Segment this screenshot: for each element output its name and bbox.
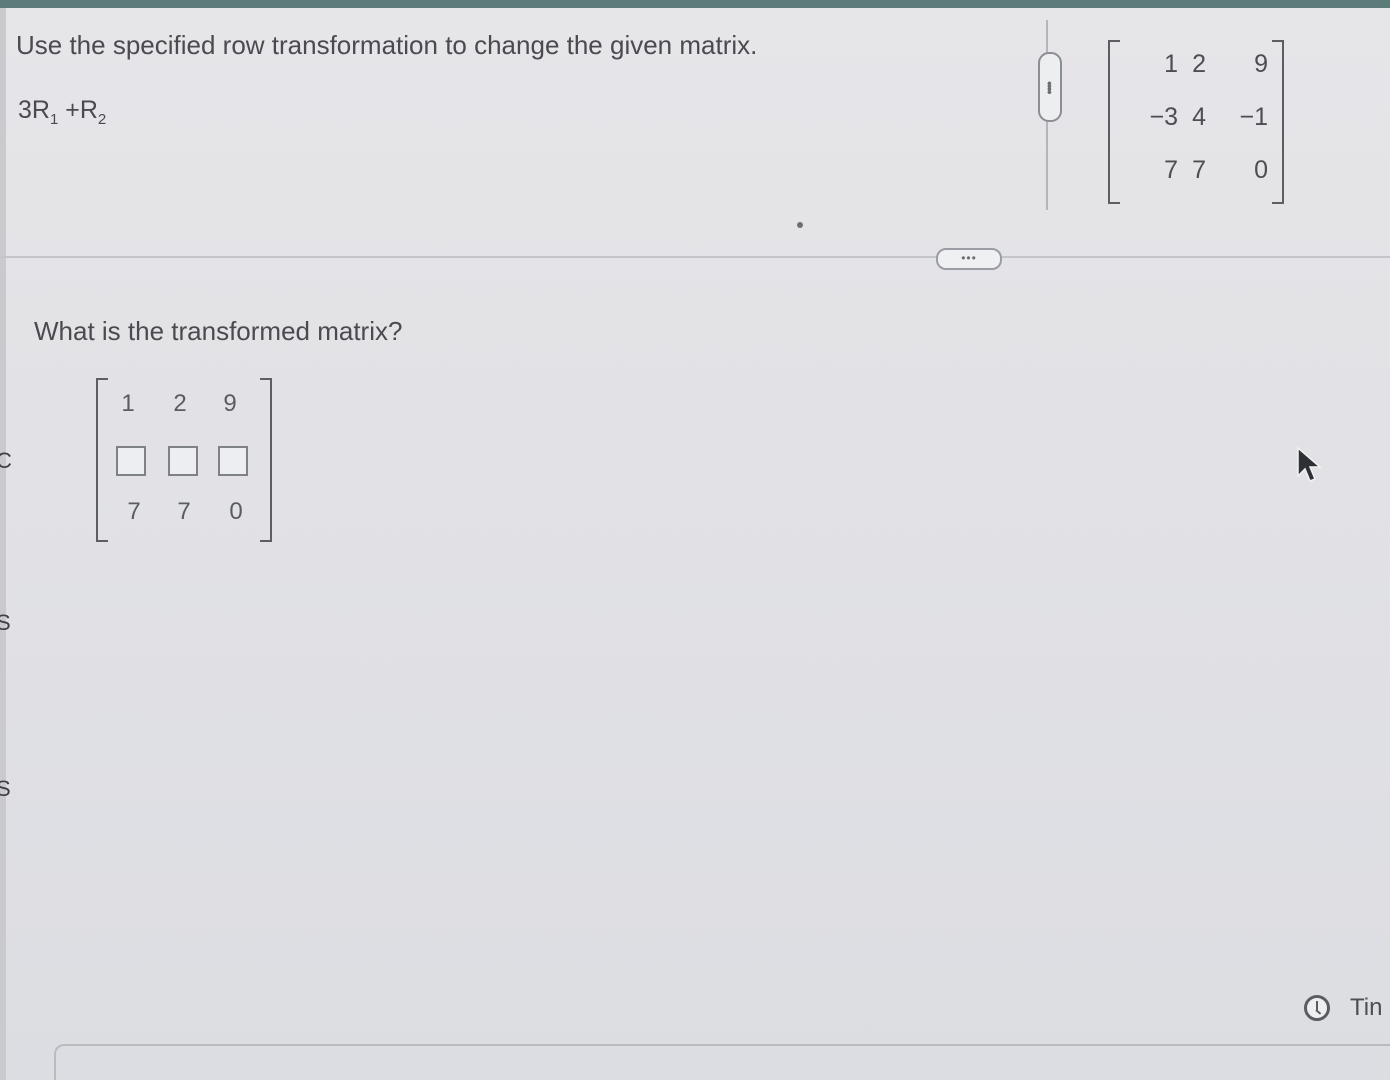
answer-left-bracket: [96, 378, 108, 542]
top-strip: [0, 0, 1390, 8]
edge-letter-s2: S: [0, 776, 11, 801]
given-cell-r3c3: 0: [1254, 156, 1268, 184]
timer-label: Tin: [1350, 994, 1383, 1021]
left-edge-panel: [0, 8, 6, 1080]
answer-input-r2c1[interactable]: [116, 446, 146, 476]
given-cell-r1c1: 1: [1164, 50, 1178, 78]
transformation-coefficient: 3R: [18, 96, 50, 124]
question-text: What is the transformed matrix?: [34, 316, 403, 346]
clock-icon: [1304, 995, 1330, 1021]
timer-control[interactable]: Tin: [1304, 994, 1382, 1022]
stray-dot: [797, 222, 803, 228]
given-cell-r1c2: 2: [1192, 50, 1206, 78]
answer-cell-r3c3: 0: [229, 498, 243, 525]
cursor-arrow-icon: [1297, 446, 1323, 482]
given-cell-r2c2: 4: [1192, 103, 1206, 131]
answer-input-r2c3[interactable]: [218, 446, 248, 476]
instruction-text: Use the specified row transformation to …: [16, 30, 758, 60]
answer-matrix: 1 2 9 7 7 0: [96, 378, 272, 542]
edge-letter-s1: S: [0, 610, 11, 635]
given-cell-r3c2: 7: [1192, 156, 1206, 184]
answer-cell-r1c3: 9: [223, 390, 237, 417]
given-matrix: 1 2 9 −3 4 −1 7 7 0: [1108, 40, 1284, 204]
answer-input-r2c2[interactable]: [168, 446, 198, 476]
given-cell-r2c1: −3: [1149, 103, 1178, 131]
right-bracket: [1272, 40, 1284, 204]
edge-letter-c: C: [0, 448, 12, 473]
bottom-panel: [54, 1044, 1390, 1080]
given-cell-r2c3: −1: [1239, 103, 1268, 131]
transformation-plus: +R: [58, 96, 98, 124]
more-options-button[interactable]: •••: [936, 248, 1002, 270]
given-cell-r3c1: 7: [1164, 156, 1178, 184]
transformation-sub2: 2: [97, 111, 107, 128]
answer-right-bracket: [260, 378, 272, 542]
answer-cell-r1c1: 1: [121, 390, 135, 417]
section-divider: [0, 256, 1390, 258]
answer-cell-r3c2: 7: [177, 498, 191, 525]
answer-cell-r1c2: 2: [173, 390, 187, 417]
pane-resize-handle[interactable]: ••••: [1038, 52, 1062, 122]
left-bracket: [1108, 40, 1120, 204]
answer-cell-r3c1: 7: [127, 498, 141, 525]
given-cell-r1c3: 9: [1254, 50, 1268, 78]
row-transformation: 3R1 +R2: [18, 96, 106, 128]
